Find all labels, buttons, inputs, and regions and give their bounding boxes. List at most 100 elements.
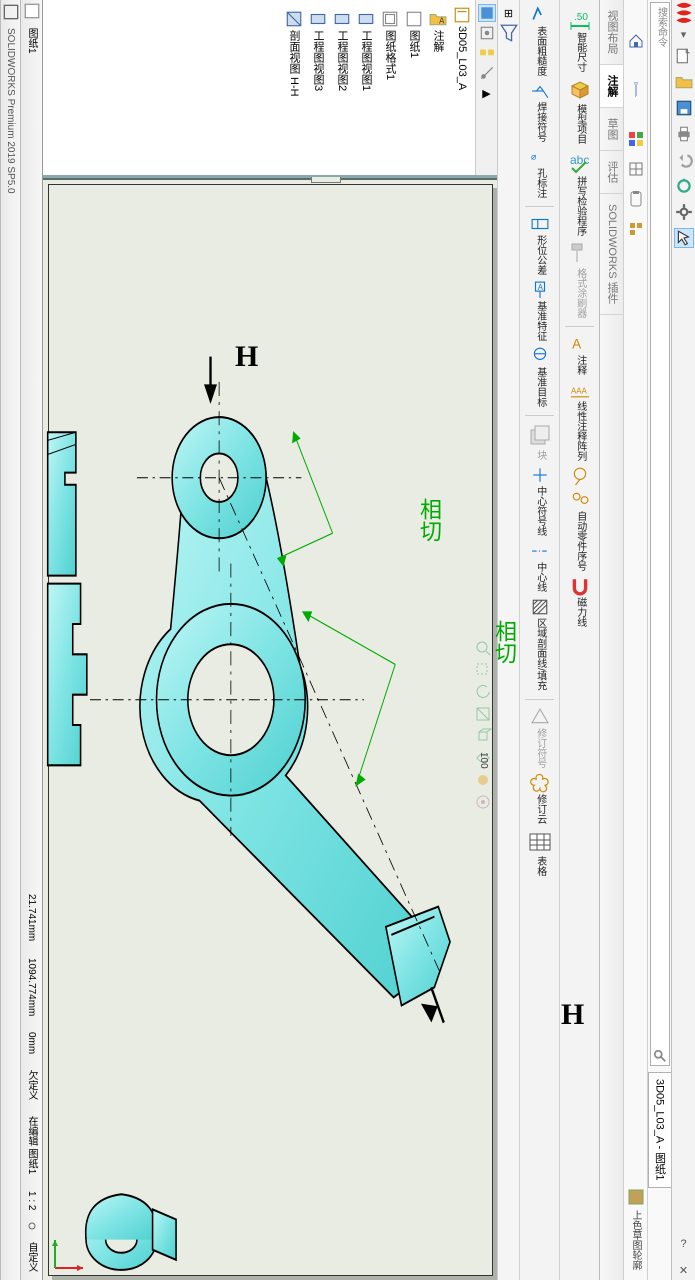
datum-feature-button[interactable]: A 基准特征 bbox=[522, 281, 558, 341]
solidworks-logo-icon bbox=[674, 2, 694, 22]
rev-cloud-button[interactable]: 修订云 bbox=[522, 774, 558, 824]
fm-tree-tab-icon[interactable] bbox=[478, 4, 496, 22]
property-mgr-tab-icon[interactable] bbox=[478, 24, 496, 42]
cell-label: 基准目标 bbox=[534, 367, 545, 407]
folder-a-icon: A bbox=[429, 10, 447, 28]
filter-icon[interactable] bbox=[500, 24, 518, 42]
center-mark-button[interactable]: 中心符号线 bbox=[522, 466, 558, 536]
sheet-icon bbox=[405, 10, 423, 28]
hud-more-icon[interactable] bbox=[475, 794, 491, 810]
magnet-line-button[interactable]: 磁力线 bbox=[562, 577, 598, 627]
taskpane-custom-icon[interactable] bbox=[626, 218, 646, 240]
tree-node-view1[interactable]: 工程图视图1 bbox=[357, 10, 375, 97]
datum-target-button[interactable]: 基准目标 bbox=[522, 347, 558, 407]
ribbon-tab-sketch[interactable]: 草图 bbox=[600, 108, 623, 151]
status-scale[interactable]: 1 : 2 bbox=[24, 1183, 39, 1218]
balloon-button[interactable] bbox=[562, 467, 598, 485]
taskpane-clip-icon[interactable] bbox=[626, 188, 646, 210]
cell-label: 区域剖面线/填充 bbox=[534, 618, 545, 691]
sheet-tab-label[interactable]: 图纸1 bbox=[22, 20, 41, 62]
taskpane-palette-icon[interactable] bbox=[626, 128, 646, 150]
tree-node-view2[interactable]: 工程图视图2 bbox=[333, 10, 351, 97]
svg-text:A: A bbox=[537, 283, 543, 292]
taskpane-funnel-icon[interactable] bbox=[626, 60, 646, 120]
search-command-input[interactable]: 搜索命令 bbox=[650, 2, 670, 1066]
ribbon-tab-evaluate[interactable]: 评估 bbox=[600, 151, 623, 194]
paint-icon bbox=[568, 242, 592, 266]
shaded-sketch-label: 上色草图轮廓 bbox=[628, 1210, 643, 1270]
annotation-tangent-1: 相切 bbox=[413, 498, 445, 542]
cell-label: 自动零件序号 bbox=[574, 511, 585, 571]
search-placeholder: 搜索命令 bbox=[654, 7, 669, 47]
hud-section-icon[interactable] bbox=[475, 706, 491, 722]
sheet-tab-icon[interactable] bbox=[23, 2, 41, 20]
smart-dimension-button[interactable]: .50 智能尺寸 bbox=[562, 6, 598, 72]
app-menu-dropdown-icon[interactable]: ▾ bbox=[675, 28, 693, 40]
status-bar: 图纸1 21.741mm 1094.774mm 0mm 欠定义 在编辑 图纸1 … bbox=[20, 0, 42, 1280]
hud-color-icon[interactable] bbox=[475, 772, 491, 788]
hud-zoomarea-icon[interactable] bbox=[475, 662, 491, 678]
gtol-button[interactable]: 形位公差 bbox=[522, 215, 558, 275]
shaded-sketch-icon[interactable] bbox=[627, 1188, 645, 1206]
taskpane-home-icon[interactable] bbox=[626, 30, 646, 52]
undo-icon[interactable] bbox=[674, 150, 694, 170]
drawing-canvas[interactable]: 相切 相切 H H 100 bbox=[43, 178, 497, 1280]
tree-node-sheet1[interactable]: 图纸1 bbox=[405, 10, 423, 97]
hud-display-icon[interactable] bbox=[475, 728, 491, 744]
tree-node-section[interactable]: 剖面视图 H-H bbox=[285, 10, 303, 97]
rebuild-icon[interactable] bbox=[674, 176, 694, 196]
centerline-icon bbox=[531, 542, 549, 560]
hud-zoomfit-icon[interactable] bbox=[475, 640, 491, 656]
new-icon[interactable] bbox=[674, 46, 694, 66]
expand-tree-icon[interactable]: ⊞ bbox=[500, 4, 518, 22]
tree-root-node[interactable]: 3D05_L03_A bbox=[453, 6, 471, 90]
options-icon[interactable] bbox=[674, 202, 694, 222]
rev-symbol-button[interactable]: 修订符号 bbox=[522, 708, 558, 768]
window-maximize-icon[interactable] bbox=[3, 4, 19, 20]
selection-icon[interactable] bbox=[674, 228, 694, 248]
sheet-fmt-icon bbox=[381, 10, 399, 28]
format-painter-button[interactable]: 格式涂刷器 bbox=[562, 242, 598, 318]
svg-text:⌀: ⌀ bbox=[531, 151, 537, 161]
print-icon[interactable] bbox=[674, 124, 694, 144]
centerline-button[interactable]: 中心线 bbox=[522, 542, 558, 592]
tree-node-annotations[interactable]: A 注解 bbox=[429, 10, 447, 97]
hud-prev-icon[interactable] bbox=[475, 684, 491, 700]
surface-finish-button[interactable]: 表面粗糙度 bbox=[522, 6, 558, 76]
drawing-svg bbox=[43, 180, 497, 1280]
datum-icon: A bbox=[531, 281, 549, 299]
block-button[interactable]: 块 bbox=[522, 424, 558, 460]
ribbon-tab-viewlayout[interactable]: 视图布局 bbox=[600, 0, 623, 65]
ribbon-tab-annotation[interactable]: 注解 bbox=[600, 65, 623, 108]
document-tab[interactable]: 3D05_L03_A - 图纸1 bbox=[648, 1072, 672, 1188]
linear-pattern-button[interactable]: AAA 线性注释阵列 bbox=[562, 381, 598, 461]
status-custom[interactable]: 自定义 bbox=[22, 1234, 41, 1280]
weld-symbol-button[interactable]: 焊接符号 bbox=[522, 82, 558, 142]
tree-node-view3[interactable]: 工程图视图3 bbox=[309, 10, 327, 97]
search-strip: 搜索命令 3D05_L03_A - 图纸1 bbox=[647, 0, 671, 1280]
taskpane-view-icon[interactable] bbox=[626, 158, 646, 180]
hatch-button[interactable]: 区域剖面线/填充 bbox=[522, 598, 558, 691]
status-underdefined: 欠定义 bbox=[22, 1062, 41, 1108]
tree-node-sheetfmt[interactable]: 图纸格式1 bbox=[381, 10, 399, 97]
taskpane-strip: 上色草图轮廓 bbox=[623, 0, 647, 1280]
cell-label: 格式涂刷器 bbox=[574, 268, 585, 318]
open-icon[interactable] bbox=[674, 72, 694, 92]
spell-check-button[interactable]: abc 拼写检验程序 bbox=[562, 150, 598, 236]
help-icon[interactable]: ? bbox=[674, 1234, 694, 1254]
dimxpert-tab-icon[interactable] bbox=[478, 64, 496, 82]
ribbon-tab-addins[interactable]: SOLIDWORKS 插件 bbox=[600, 194, 623, 315]
table-button[interactable]: 表格 bbox=[522, 830, 558, 876]
svg-text:A: A bbox=[572, 337, 581, 352]
feature-tree[interactable]: 3D05_L03_A A 注解 图纸1 图纸格式1 bbox=[43, 0, 475, 175]
hole-callout-button[interactable]: ⌀ 孔标注 bbox=[522, 148, 558, 198]
display-mgr-tab-icon[interactable]: ▶ bbox=[478, 84, 496, 102]
status-gear-icon[interactable] bbox=[24, 1218, 40, 1234]
title-menu-strip: ▾ ? ✕ bbox=[671, 0, 695, 1280]
model-items-button[interactable]: 模型项目 bbox=[562, 78, 598, 144]
window-close-icon[interactable]: ✕ bbox=[674, 1260, 694, 1280]
auto-balloon-button[interactable]: 自动零件序号 bbox=[562, 491, 598, 571]
note-button[interactable]: A 注释 bbox=[562, 335, 598, 375]
save-icon[interactable] bbox=[674, 98, 694, 118]
config-mgr-tab-icon[interactable] bbox=[478, 44, 496, 62]
